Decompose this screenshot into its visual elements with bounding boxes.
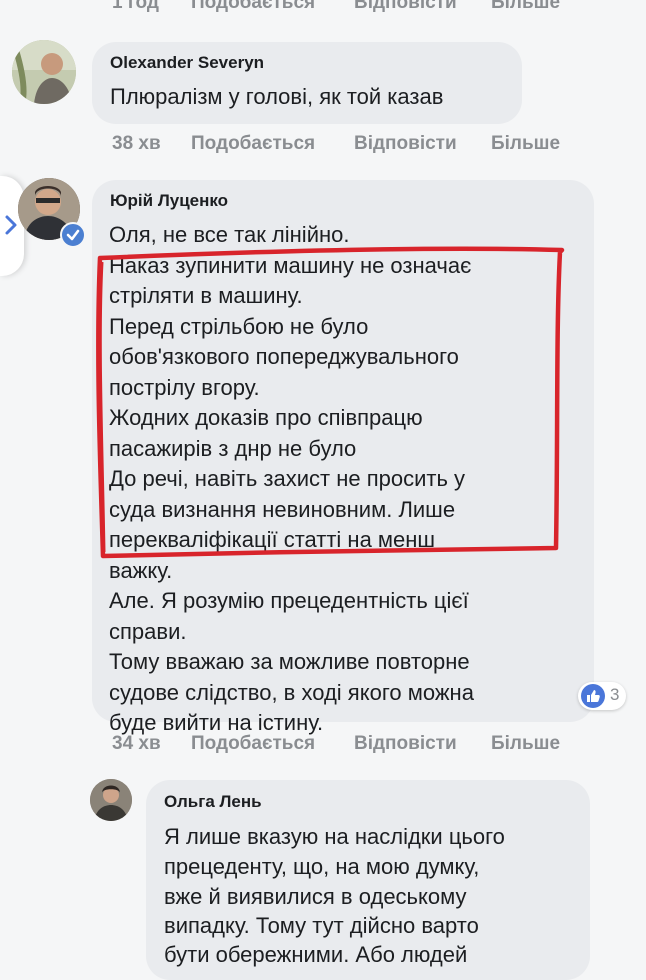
side-nav-tab[interactable] [0, 176, 24, 276]
comment-text-line: Але. Я розумію прецедентність цієї [109, 588, 469, 613]
reaction-count: 3 [610, 685, 620, 704]
avatar[interactable] [12, 40, 76, 104]
comment-author[interactable]: Ольга Лень [164, 792, 262, 812]
comment-text-line: Перед стрільбою не було [109, 314, 369, 339]
like-icon [581, 684, 605, 708]
comment-author[interactable]: Юрій Луценко [110, 191, 228, 211]
like-button[interactable]: Подобається [191, 733, 315, 755]
more-button[interactable]: Більше [491, 0, 560, 14]
comment-text-line: Тому вважаю за можливе повторне [109, 649, 470, 674]
timestamp[interactable]: 1 год [112, 0, 159, 14]
comment-text-line: справи. [109, 619, 187, 644]
verified-badge-icon [60, 222, 86, 248]
like-button[interactable]: Подобається [191, 133, 315, 155]
comment-bubble: Olexander Severyn Плюралізм у голові, як… [92, 42, 522, 124]
comment-text-line: пасажирів з днр не було [109, 436, 357, 461]
comment-text-line: стріляти в машину. [109, 283, 303, 308]
more-button[interactable]: Більше [491, 133, 560, 155]
comment-text-line: Я лише вказую на наслідки цього [164, 824, 505, 849]
like-button[interactable]: Подобається [191, 0, 315, 14]
avatar-photo [90, 779, 132, 821]
comment-text-line: обов'язкового попереджувального [109, 344, 459, 369]
comment-text-line: випадку. Тому тут дійсно варто [164, 913, 479, 938]
reply-bubble: Ольга Лень Я лише вказую на наслідки цьо… [146, 780, 590, 980]
comment-author[interactable]: Olexander Severyn [110, 53, 264, 73]
comment-text-line: вже й виявилися в одеському [164, 884, 467, 909]
comment-text-line: пострілу вгору. [109, 375, 260, 400]
comment-text-line: суда визнання невиновним. Лише [109, 497, 456, 522]
reply-button[interactable]: Відповісти [354, 133, 457, 155]
comment-text-line: Наказ зупинити машину не означає [109, 253, 472, 278]
comment-text-line: Оля, не все так лінійно. [109, 222, 350, 247]
comment-text-line: важку. [109, 558, 173, 583]
chevron-right-icon [5, 215, 17, 235]
more-button[interactable]: Більше [491, 733, 560, 755]
comment-text-line: судове слідство, в ході якого можна [109, 680, 474, 705]
reply-button[interactable]: Відповісти [354, 733, 457, 755]
comment-text-line: прецеденту, що, на мою думку, [164, 854, 480, 879]
avatar-photo [12, 40, 76, 104]
timestamp[interactable]: 38 хв [112, 133, 161, 155]
reply-button[interactable]: Відповісти [354, 0, 457, 14]
comment-bubble: Юрій Луценко Оля, не все так лінійно. На… [92, 180, 594, 735]
comment-text-line: Жодних доказів про співпрацю [109, 405, 423, 430]
timestamp[interactable]: 34 хв [112, 733, 161, 755]
comment-text-line: перекваліфікації статті на менш [109, 527, 436, 552]
comment-text-line: бути обережними. Або людей [164, 942, 468, 967]
avatar[interactable] [90, 779, 132, 821]
comment-text-line: Плюралізм у голові, як той казав [110, 84, 444, 109]
reaction-count-badge[interactable]: 3 [578, 682, 626, 710]
comment-text-line: До речі, навіть захист не просить у [109, 466, 466, 491]
